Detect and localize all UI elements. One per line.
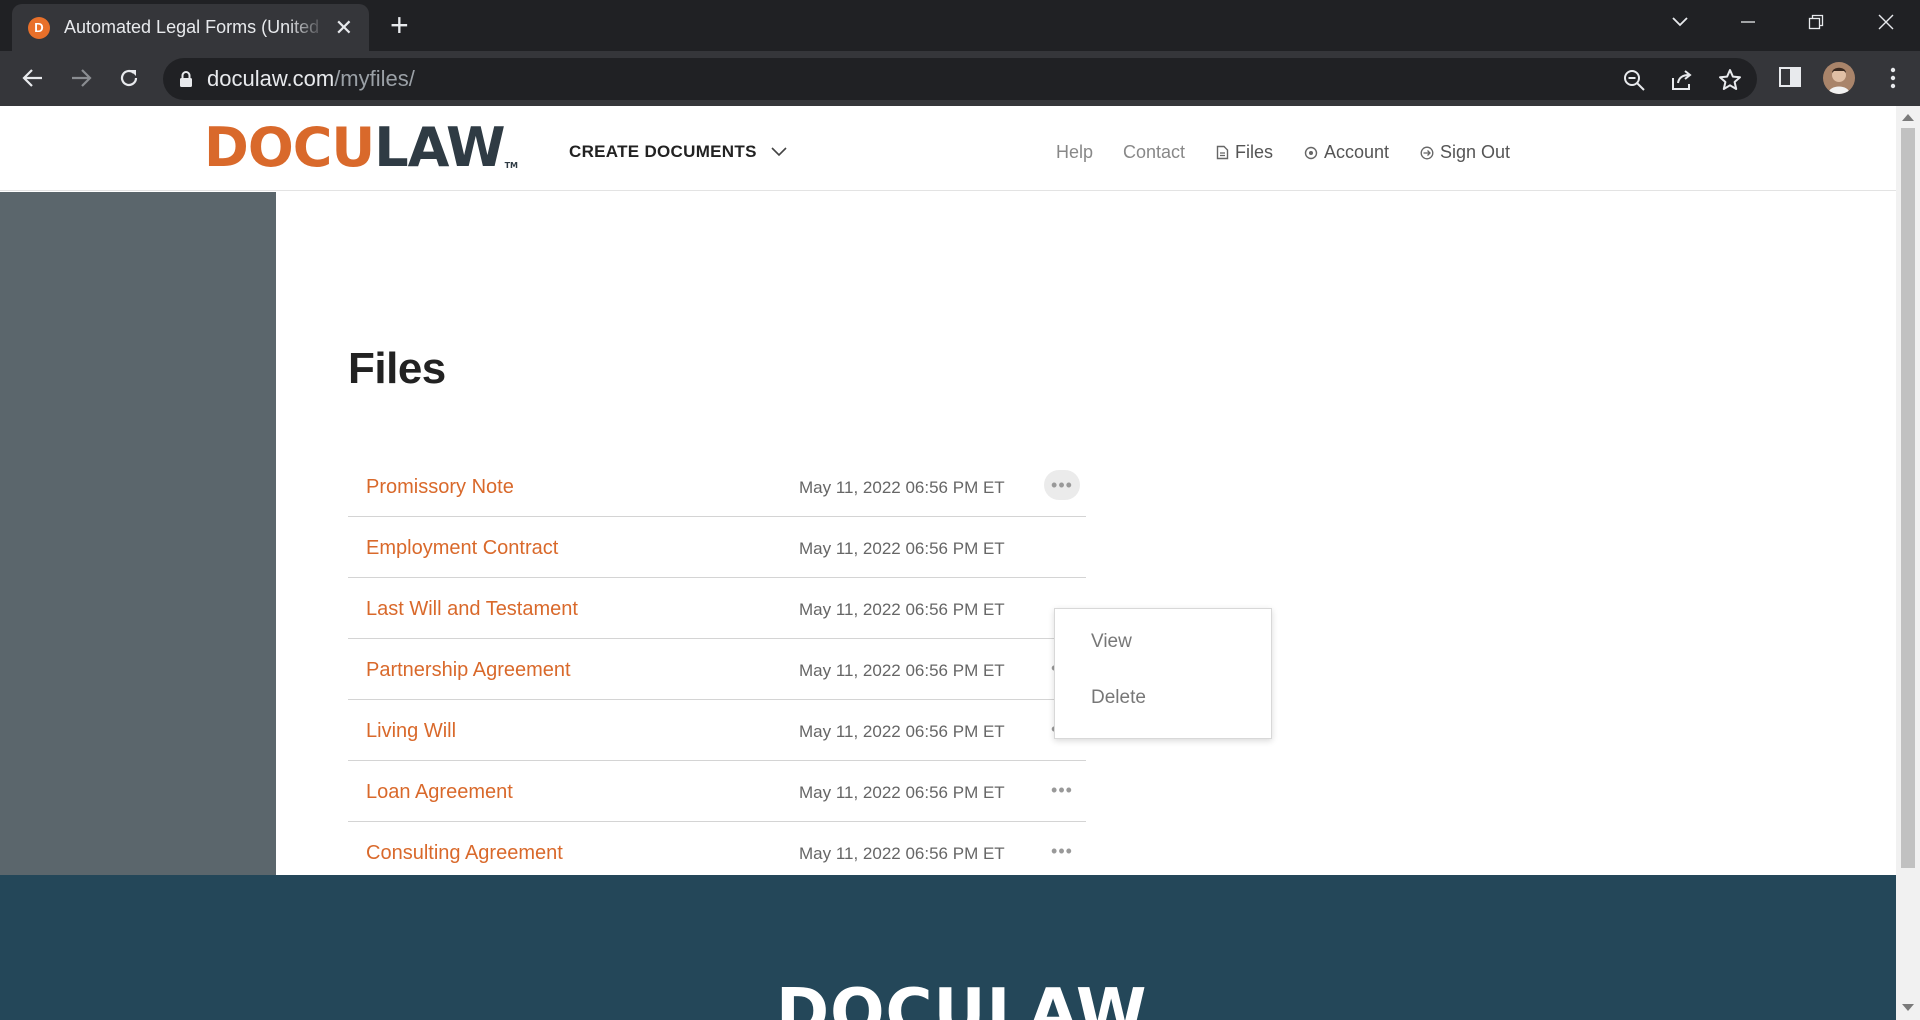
- nav-account-label: Account: [1324, 142, 1390, 162]
- file-date: May 11, 2022 06:56 PM ET: [799, 722, 1005, 741]
- file-link[interactable]: Living Will: [366, 720, 456, 743]
- file-row: Partnership Agreement May 11, 2022 06:56…: [348, 639, 1086, 700]
- close-window-icon[interactable]: [1856, 0, 1916, 44]
- browser-menu-icon[interactable]: [1880, 65, 1906, 91]
- minimize-icon[interactable]: [1718, 0, 1778, 44]
- more-options-icon[interactable]: •••: [1044, 470, 1080, 500]
- create-documents-menu[interactable]: CREATE DOCUMENTS: [569, 142, 787, 162]
- browser-tab[interactable]: D Automated Legal Forms (United States) …: [12, 4, 369, 51]
- side-panel-icon[interactable]: [1778, 65, 1804, 91]
- reload-icon[interactable]: [114, 63, 144, 93]
- nav-help[interactable]: Help: [1056, 142, 1093, 163]
- site-footer: DOCULAW: [0, 875, 1896, 1020]
- file-date: May 11, 2022 06:56 PM ET: [799, 783, 1005, 802]
- file-row: Living Will May 11, 2022 06:56 PM ET •••: [348, 700, 1086, 761]
- sign-out-icon: [1420, 146, 1434, 159]
- file-link[interactable]: Last Will and Testament: [366, 598, 578, 621]
- file-link[interactable]: Employment Contract: [366, 537, 558, 560]
- file-row: Employment Contract May 11, 2022 06:56 P…: [348, 517, 1086, 578]
- footer-logo: DOCULAW: [776, 976, 1148, 1020]
- bookmark-star-icon[interactable]: [1718, 68, 1742, 92]
- address-bar[interactable]: doculaw.com/myfiles/: [163, 58, 1757, 100]
- gear-icon: [1304, 146, 1318, 159]
- left-sidebar: [0, 192, 276, 875]
- file-date: May 11, 2022 06:56 PM ET: [799, 478, 1005, 497]
- browser-tab-bar: D Automated Legal Forms (United States) …: [0, 0, 1920, 51]
- lock-icon: [180, 71, 192, 87]
- file-row: Consulting Agreement May 11, 2022 06:56 …: [348, 822, 1086, 883]
- tab-title: Automated Legal Forms (United States): [64, 17, 326, 37]
- file-row: Loan Agreement May 11, 2022 06:56 PM ET …: [348, 761, 1086, 822]
- main-content: Files Promissory Note May 11, 2022 06:56…: [276, 192, 1896, 875]
- share-icon[interactable]: [1670, 68, 1694, 92]
- page-scrollbar[interactable]: [1896, 106, 1920, 1020]
- nav-sign-out-label: Sign Out: [1440, 142, 1511, 162]
- file-date: May 11, 2022 06:56 PM ET: [799, 844, 1005, 863]
- back-icon[interactable]: [18, 63, 48, 93]
- nav-account[interactable]: Account: [1304, 142, 1389, 163]
- file-link[interactable]: Promissory Note: [366, 476, 514, 499]
- file-link[interactable]: Partnership Agreement: [366, 659, 571, 682]
- file-date: May 11, 2022 06:56 PM ET: [799, 661, 1005, 680]
- profile-avatar[interactable]: [1823, 62, 1855, 94]
- more-options-icon[interactable]: •••: [1044, 836, 1080, 866]
- file-row: Last Will and Testament May 11, 2022 06:…: [348, 578, 1086, 639]
- nav-files[interactable]: Files: [1216, 142, 1273, 163]
- page-viewport: DOCULAWTM CREATE DOCUMENTS Help Contact …: [0, 106, 1896, 1020]
- site-header: DOCULAWTM CREATE DOCUMENTS Help Contact …: [0, 106, 1896, 191]
- forward-icon[interactable]: [66, 63, 96, 93]
- more-options-icon[interactable]: •••: [1044, 775, 1080, 805]
- create-documents-label: CREATE DOCUMENTS: [569, 142, 757, 161]
- zoom-icon[interactable]: [1622, 68, 1646, 92]
- page-title: Files: [348, 344, 446, 393]
- nav-contact[interactable]: Contact: [1123, 142, 1185, 163]
- new-tab-icon[interactable]: +: [390, 9, 409, 41]
- scroll-down-icon[interactable]: [1902, 1004, 1914, 1011]
- files-icon: [1216, 145, 1229, 160]
- url-text: doculaw.com/myfiles/: [207, 66, 415, 91]
- chevron-down-icon: [771, 147, 787, 157]
- file-list: Promissory Note May 11, 2022 06:56 PM ET…: [348, 456, 1086, 883]
- close-tab-icon[interactable]: ✕: [335, 16, 353, 39]
- nav-sign-out[interactable]: Sign Out: [1420, 142, 1510, 163]
- file-date: May 11, 2022 06:56 PM ET: [799, 600, 1005, 619]
- nav-files-label: Files: [1235, 142, 1274, 162]
- scroll-thumb[interactable]: [1901, 128, 1915, 868]
- menu-item-view[interactable]: View: [1091, 631, 1132, 653]
- doculaw-logo[interactable]: DOCULAWTM: [204, 120, 518, 194]
- doculaw-favicon-icon: D: [28, 16, 50, 39]
- file-row: Promissory Note May 11, 2022 06:56 PM ET…: [348, 456, 1086, 517]
- tab-search-icon[interactable]: [1650, 0, 1710, 44]
- file-options-menu: View Delete: [1054, 608, 1272, 739]
- browser-toolbar: doculaw.com/myfiles/: [0, 51, 1920, 106]
- menu-item-delete[interactable]: Delete: [1091, 687, 1146, 709]
- scroll-up-icon[interactable]: [1902, 114, 1914, 121]
- file-link[interactable]: Loan Agreement: [366, 781, 513, 804]
- restore-icon[interactable]: [1786, 0, 1846, 44]
- file-date: May 11, 2022 06:56 PM ET: [799, 539, 1005, 558]
- file-link[interactable]: Consulting Agreement: [366, 842, 563, 865]
